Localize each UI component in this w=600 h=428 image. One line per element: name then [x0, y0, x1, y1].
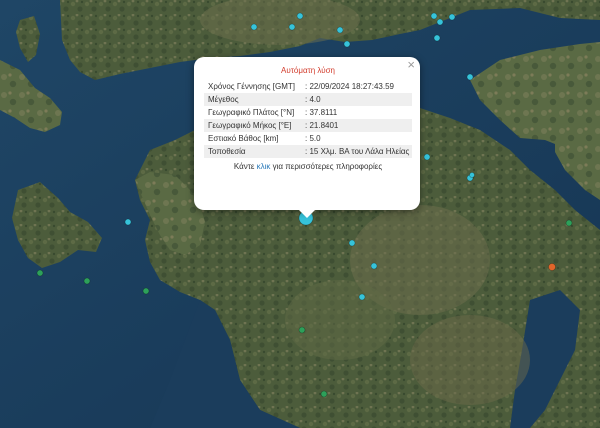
row-magnitude: Μέγεθος : 4.0: [204, 93, 412, 106]
earthquake-marker[interactable]: [469, 172, 475, 178]
row-origin-time: Χρόνος Γέννησης [GMT] : 22/09/2024 18:27…: [204, 80, 412, 93]
earthquake-marker[interactable]: [430, 12, 438, 20]
earthquake-marker[interactable]: [565, 219, 573, 227]
row-label: Μέγεθος: [208, 95, 239, 104]
earthquake-marker[interactable]: [343, 40, 351, 48]
mountain-range: [285, 280, 395, 360]
close-icon[interactable]: ×: [407, 58, 415, 72]
earthquake-marker[interactable]: [423, 153, 431, 161]
row-value: : 15 Χλμ. ΒΑ του Λάλα Ηλείας: [305, 147, 410, 156]
more-info-link[interactable]: κλικ: [257, 162, 271, 171]
row-value: : 5.0: [305, 134, 321, 143]
earthquake-marker[interactable]: [298, 326, 306, 334]
earthquake-marker[interactable]: [124, 218, 132, 226]
row-depth: Εστιακό Βάθος [km] : 5.0: [204, 132, 412, 145]
row-value: : 37.8111: [305, 108, 338, 117]
row-location: Τοποθεσία : 15 Χλμ. ΒΑ του Λάλα Ηλείας: [204, 145, 412, 158]
earthquake-marker[interactable]: [548, 263, 556, 271]
row-label: Γεωγραφικό Μήκος [°E]: [208, 121, 292, 130]
earthquake-marker[interactable]: [36, 269, 44, 277]
earthquake-marker[interactable]: [358, 293, 366, 301]
row-value: : 4.0: [305, 95, 321, 104]
more-info-text: Κάντε κλικ για περισσότερες πληροφορίες: [204, 162, 412, 171]
row-label: Γεωγραφικό Πλάτος [°N]: [208, 108, 295, 117]
info-table: Χρόνος Γέννησης [GMT] : 22/09/2024 18:27…: [204, 80, 412, 158]
row-label: Χρόνος Γέννησης [GMT]: [208, 82, 295, 91]
earthquake-marker[interactable]: [83, 277, 91, 285]
row-label: Εστιακό Βάθος [km]: [208, 134, 279, 143]
popup-title: Αυτόματη λύση: [281, 66, 335, 75]
more-suffix: για περισσότερες πληροφορίες: [270, 162, 383, 171]
earthquake-marker[interactable]: [448, 13, 456, 21]
earthquake-marker[interactable]: [296, 12, 304, 20]
earthquake-marker[interactable]: [336, 26, 344, 34]
row-label: Τοποθεσία: [208, 147, 246, 156]
earthquake-marker[interactable]: [250, 23, 258, 31]
earthquake-marker[interactable]: [288, 23, 296, 31]
mountain-range: [410, 315, 530, 405]
earthquake-marker[interactable]: [142, 287, 150, 295]
row-value: : 22/09/2024 18:27:43.59: [305, 82, 394, 91]
earthquake-marker[interactable]: [436, 18, 444, 26]
earthquake-marker[interactable]: [348, 239, 356, 247]
popup-pointer: [298, 209, 316, 218]
row-latitude: Γεωγραφικό Πλάτος [°N] : 37.8111: [204, 106, 412, 119]
more-prefix: Κάντε: [233, 162, 257, 171]
earthquake-marker[interactable]: [370, 262, 378, 270]
row-value: : 21.8401: [305, 121, 339, 130]
earthquake-marker[interactable]: [466, 73, 474, 81]
earthquake-popup: × Αυτόματη λύση Χρόνος Γέννησης [GMT] : …: [194, 57, 420, 210]
earthquake-marker[interactable]: [320, 390, 328, 398]
row-longitude: Γεωγραφικό Μήκος [°E] : 21.8401: [204, 119, 412, 132]
earthquake-marker[interactable]: [433, 34, 441, 42]
